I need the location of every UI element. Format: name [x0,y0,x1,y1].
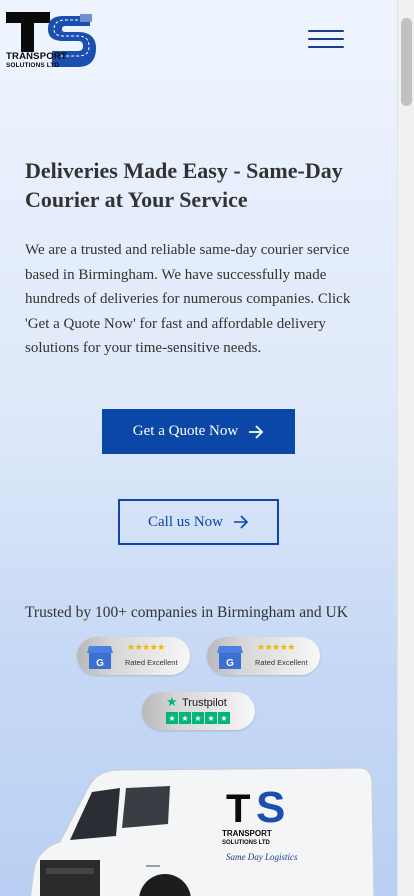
trustpilot-box: ★ [166,712,178,724]
arrow-right-icon [249,424,264,439]
van-logo-line2: SOLUTIONS LTD [222,840,271,846]
trustpilot-box: ★ [205,712,217,724]
trusted-text: Trusted by 100+ companies in Birmingham … [25,604,348,621]
svg-text:T: T [226,787,250,831]
hamburger-line [308,30,344,32]
rating-stars: ★★★★★ [127,643,165,653]
page: TRANSPORT SOLUTIONS LTD Deliveries Made … [0,0,397,896]
rating-label: Rated Excellent [255,658,308,667]
trustpilot-box: ★ [179,712,191,724]
arrow-right-icon [234,515,249,529]
logo-line2: SOLUTIONS LTD [6,62,60,69]
google-business-icon: G [217,646,243,669]
site-header: TRANSPORT SOLUTIONS LTD [0,0,397,80]
van-tagline: Same Day Logistics [226,852,298,862]
trustpilot-box: ★ [218,712,230,724]
svg-text:G: G [96,658,104,669]
hero-intro: We are a trusted and reliable same-day c… [25,242,351,356]
trustpilot-badge[interactable]: ★ Trustpilot ★ ★ ★ ★ ★ [142,692,255,730]
trustpilot-stars: ★ ★ ★ ★ ★ [166,712,230,724]
hamburger-icon[interactable] [308,30,344,52]
call-us-label: Call us Now [148,513,223,530]
google-rating-badge[interactable]: G ★★★★★ Rated Excellent [207,637,320,675]
hamburger-line [308,38,344,40]
logo-line1: TRANSPORT [6,51,67,62]
get-quote-label: Get a Quote Now [132,423,239,439]
google-rating-badge[interactable]: G ★★★★★ Rated Excellent [77,637,190,675]
hero-title: Deliveries Made Easy - Same-Day Courier … [25,158,343,212]
trustpilot-label: Trustpilot [182,697,227,709]
van-logo-line1: TRANSPORT [222,829,272,838]
trustpilot-star-icon: ★ [166,695,178,710]
delivery-van-image: T S TRANSPORT SOLUTIONS LTD Same Day Log… [30,767,375,896]
svg-text:S: S [256,783,285,832]
logo-text: TRANSPORT SOLUTIONS LTD [6,52,96,70]
rating-label: Rated Excellent [125,658,178,667]
svg-text:G: G [226,658,234,669]
hamburger-line [308,46,344,48]
call-us-button[interactable]: Call us Now [118,499,279,545]
trustpilot-box: ★ [192,712,204,724]
vertical-scrollbar[interactable] [397,0,414,896]
rating-stars: ★★★★★ [257,643,295,653]
get-quote-button[interactable]: Get a Quote Now [102,409,295,454]
google-business-icon: G [87,646,113,669]
scrollbar-thumb[interactable] [401,18,412,106]
